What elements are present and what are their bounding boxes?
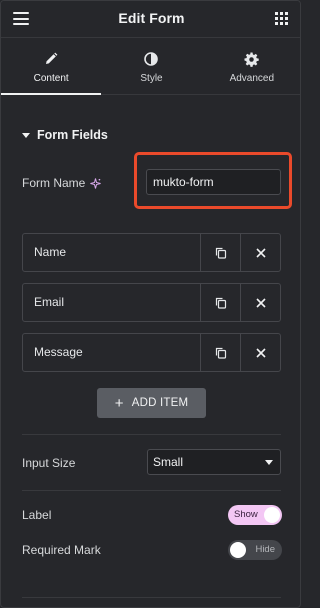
divider [22,434,281,435]
grid-icon[interactable] [275,12,288,25]
divider [22,597,281,598]
close-icon [255,247,266,258]
remove-button[interactable] [240,334,280,371]
section-title: Form Fields [37,128,108,142]
toggle-knob [230,542,246,558]
close-icon [255,297,266,308]
remove-button[interactable] [240,284,280,321]
panel-header: Edit Form [1,1,300,37]
toggle-knob [264,507,280,523]
tab-style[interactable]: Style [101,38,201,94]
plus-icon: + [114,394,124,412]
form-name-label-row: Form Name [22,176,102,190]
chevron-down-icon [265,460,273,465]
duplicate-button[interactable] [200,284,240,321]
panel-title: Edit Form [118,10,185,26]
input-size-label: Input Size [22,456,76,470]
sparkle-icon[interactable] [90,177,102,189]
repeater-item-label[interactable]: Name [23,234,200,271]
tab-content-label: Content [33,73,69,84]
repeater-item: Name [22,233,281,272]
editor-panel: Edit Form Content Style Advanced Form Fi… [0,0,301,608]
caret-down-icon [22,132,30,138]
copy-icon [215,297,226,309]
divider [22,490,281,491]
label-toggle-label: Label [22,508,52,522]
pencil-icon [1,51,101,67]
copy-icon [215,347,226,359]
add-item-button[interactable]: + ADD ITEM [97,388,206,418]
remove-button[interactable] [240,234,280,271]
gear-icon [202,51,300,67]
input-size-select[interactable]: Small [147,449,281,475]
required-mark-toggle[interactable]: Hide [228,540,282,560]
duplicate-button[interactable] [200,234,240,271]
repeater-item: Email [22,283,281,322]
repeater-item-label[interactable]: Email [23,284,200,321]
form-name-input[interactable] [146,169,281,195]
tab-advanced[interactable]: Advanced [202,38,300,94]
add-item-label: ADD ITEM [131,397,189,409]
tab-style-label: Style [140,73,163,84]
repeater-item: Message [22,333,281,372]
copy-icon [215,247,226,259]
tab-bar: Content Style Advanced [1,37,300,95]
section-toggle-form-fields[interactable]: Form Fields [22,128,108,142]
label-toggle[interactable]: Show [228,505,282,525]
tab-advanced-label: Advanced [229,73,275,84]
repeater-item-label[interactable]: Message [23,334,200,371]
label-toggle-state: Show [234,509,258,520]
close-icon [255,347,266,358]
required-mark-label: Required Mark [22,543,101,557]
required-mark-state: Hide [255,544,275,555]
half-circle-icon [101,51,201,67]
tab-content[interactable]: Content [1,38,102,95]
duplicate-button[interactable] [200,334,240,371]
form-name-label: Form Name [22,176,86,190]
input-size-value: Small [153,455,184,469]
